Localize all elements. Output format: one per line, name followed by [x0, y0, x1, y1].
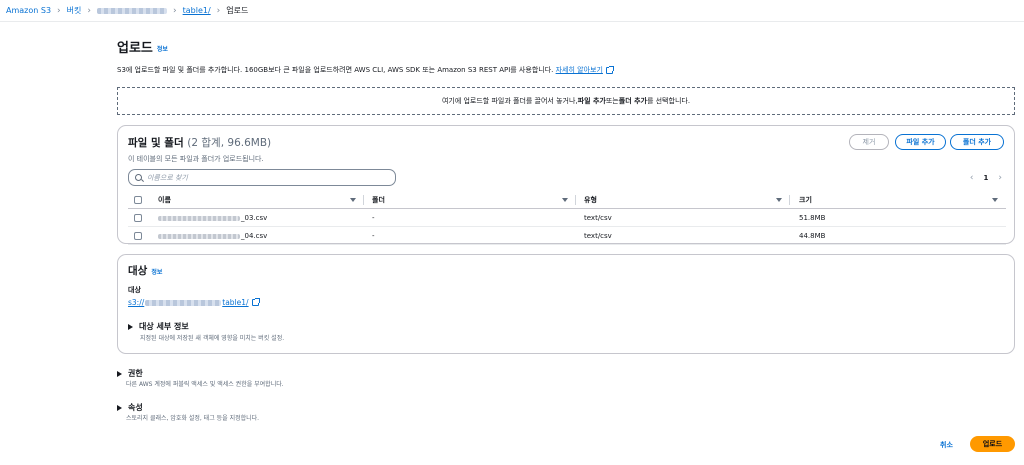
destination-path-prefix: s3:// — [128, 298, 145, 307]
page-description-text: S3에 업로드할 파일 및 폴더를 추가합니다. 160GB보다 큰 파일을 업… — [117, 66, 554, 74]
drop-zone-text-1: 여기에 업로드할 파일과 폴더를 끌어서 놓거나, — [441, 97, 578, 105]
search-input[interactable] — [147, 173, 377, 182]
upload-button[interactable]: 업로드 — [970, 436, 1015, 452]
drop-zone[interactable]: 여기에 업로드할 파일과 폴더를 끌어서 놓거나, 파일 추가 또는 폴더 추가… — [117, 87, 1015, 115]
destination-details-title: 대상 세부 정보 — [139, 322, 189, 331]
chevron-right-icon: › — [216, 5, 221, 16]
add-folder-button[interactable]: 폴더 추가 — [950, 134, 1004, 150]
file-folder: - — [372, 214, 375, 222]
select-all-checkbox[interactable] — [134, 196, 142, 204]
add-files-button[interactable]: 파일 추가 — [895, 134, 946, 150]
page-title-text: 업로드 — [117, 41, 153, 56]
column-divider[interactable] — [789, 195, 790, 205]
file-type: text/csv — [584, 232, 612, 240]
destination-details-sub: 지정된 대상에 저장된 새 객체에 영향을 미치는 버킷 설정. — [140, 335, 285, 342]
sort-icon[interactable] — [992, 198, 998, 202]
sort-icon[interactable] — [562, 198, 568, 202]
file-name-suffix: _03.csv — [241, 214, 268, 222]
file-type: text/csv — [584, 214, 612, 222]
column-folder[interactable]: 폴더 — [372, 191, 385, 209]
external-link-icon — [251, 298, 260, 306]
breadcrumb-buckets[interactable]: 버킷 — [67, 5, 82, 16]
column-type[interactable]: 유형 — [584, 191, 597, 209]
breadcrumb-s3[interactable]: Amazon S3 — [6, 6, 51, 15]
column-name[interactable]: 이름 — [158, 191, 171, 209]
drop-zone-text-3: 를 선택합니다. — [646, 97, 691, 105]
search-box[interactable] — [128, 169, 396, 186]
file-name: _03.csv — [158, 209, 267, 227]
learn-more-link[interactable]: 자세히 알아보기 — [556, 66, 603, 74]
drop-zone-text-2: 또는 — [605, 97, 619, 105]
files-table: 이름 폴더 유형 크기 _03.csv - text/csv 51.8MB _0… — [128, 191, 1006, 245]
file-folder: - — [372, 232, 375, 240]
destination-title-text: 대상 — [128, 265, 148, 277]
cancel-button[interactable]: 취소 — [940, 440, 953, 450]
files-panel-title: 파일 및 폴더 (2 합계, 96.6MB) — [128, 135, 271, 150]
sort-icon[interactable] — [350, 198, 356, 202]
files-count: (2 합계, 96.6MB) — [187, 137, 272, 149]
chevron-right-icon: › — [173, 5, 177, 16]
row-checkbox[interactable] — [134, 214, 142, 222]
page-number[interactable]: 1 — [984, 174, 989, 182]
breadcrumb: Amazon S3 › 버킷 › › table1/ › 업로드 — [0, 0, 1024, 22]
column-size[interactable]: 크기 — [799, 191, 812, 209]
caret-right-icon — [128, 323, 133, 330]
caret-right-icon — [117, 370, 122, 377]
file-name-redacted — [158, 233, 240, 239]
destination-details-expander[interactable]: 대상 세부 정보 — [128, 321, 189, 332]
chevron-right-icon: › — [57, 5, 61, 16]
properties-expander[interactable]: 속성 — [117, 402, 143, 413]
breadcrumb-table1[interactable]: table1/ — [183, 6, 211, 15]
permissions-expander[interactable]: 권한 — [117, 368, 143, 379]
destination-bucket-redacted — [145, 299, 222, 306]
info-link[interactable]: 정보 — [151, 269, 162, 276]
info-link[interactable]: 정보 — [157, 46, 168, 53]
file-size: 51.8MB — [799, 214, 826, 222]
sort-icon[interactable] — [776, 198, 782, 202]
external-link-icon — [605, 65, 614, 74]
file-name-suffix: _04.csv — [241, 232, 268, 240]
permissions-sub: 다른 AWS 계정에 퍼블릭 액세스 및 액세스 권한을 부여합니다. — [126, 381, 284, 388]
drop-zone-add-folder: 폴더 추가 — [618, 97, 647, 105]
file-name: _04.csv — [158, 227, 267, 245]
column-divider[interactable] — [363, 195, 364, 205]
destination-label: 대상 — [128, 286, 141, 294]
row-checkbox[interactable] — [134, 232, 142, 240]
destination-panel: 대상 정보 대상 s3:// table1/ 대상 세부 정보 지정된 대상에 저… — [117, 254, 1015, 354]
breadcrumb-bucket-redacted[interactable] — [97, 7, 167, 14]
table-row: _03.csv - text/csv 51.8MB — [128, 209, 1006, 227]
properties-sub: 스토리지 클래스, 암호화 설정, 태그 등을 지정합니다. — [126, 415, 260, 422]
file-size: 44.8MB — [799, 232, 826, 240]
table-row: _04.csv - text/csv 44.8MB — [128, 227, 1006, 245]
search-icon — [135, 174, 142, 181]
remove-button[interactable]: 제거 — [849, 134, 889, 150]
files-panel-subtitle: 이 테이블의 모든 파일과 폴더가 업로드됩니다. — [128, 155, 264, 163]
page-description: S3에 업로드할 파일 및 폴더를 추가합니다. 160GB보다 큰 파일을 업… — [117, 65, 614, 75]
destination-title: 대상 정보 — [128, 263, 162, 278]
destination-path-suffix: table1/ — [222, 298, 249, 307]
column-divider[interactable] — [575, 195, 576, 205]
properties-title: 속성 — [128, 403, 143, 412]
files-panel: 파일 및 폴더 (2 합계, 96.6MB) 이 테이블의 모든 파일과 폴더가… — [117, 125, 1015, 245]
breadcrumb-upload: 업로드 — [226, 6, 249, 15]
permissions-title: 권한 — [128, 369, 143, 378]
caret-right-icon — [117, 404, 122, 411]
chevron-left-icon[interactable]: ‹ — [970, 173, 974, 183]
page-title: 업로드 정보 — [117, 37, 168, 56]
chevron-right-icon[interactable]: › — [998, 173, 1002, 183]
table-header: 이름 폴더 유형 크기 — [128, 191, 1006, 209]
chevron-right-icon: › — [87, 5, 91, 16]
destination-path-link[interactable]: s3:// table1/ — [128, 298, 260, 307]
file-name-redacted — [158, 215, 240, 221]
drop-zone-add-files: 파일 추가 — [577, 97, 606, 105]
files-panel-title-text: 파일 및 폴더 — [128, 137, 184, 149]
pagination: ‹ 1 › — [970, 173, 1002, 183]
